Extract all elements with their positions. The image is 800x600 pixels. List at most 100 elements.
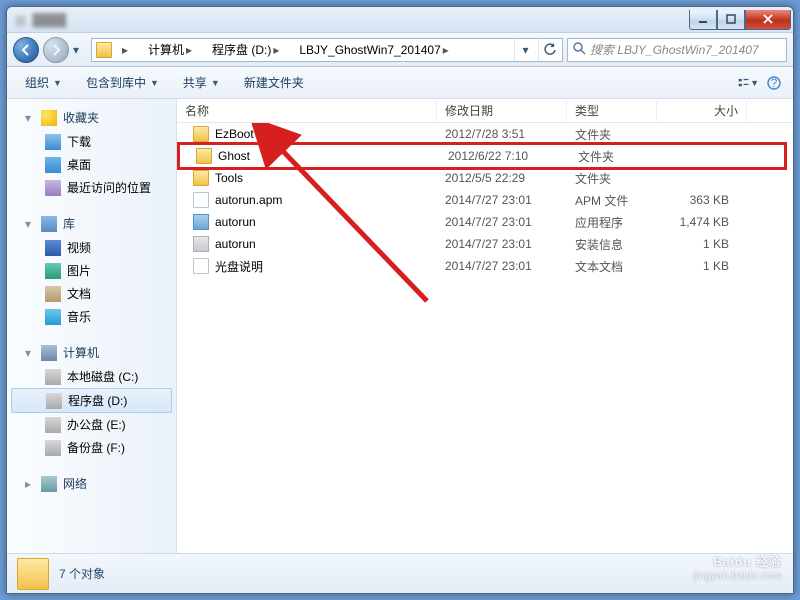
help-button[interactable]: ? xyxy=(763,72,785,94)
video-icon xyxy=(45,240,61,256)
address-bar[interactable]: ▸ 计算机▸ 程序盘 (D:)▸ LBJY_GhostWin7_201407▸ … xyxy=(91,38,563,62)
sidebar-item-drive-d[interactable]: 程序盘 (D:) xyxy=(11,388,172,413)
status-text: 7 个对象 xyxy=(59,565,105,582)
file-icon xyxy=(193,258,209,274)
sidebar-item-drive-e[interactable]: 办公盘 (E:) xyxy=(7,413,176,436)
file-row[interactable]: Ghost 2012/6/22 7:10文件夹 xyxy=(177,142,787,170)
drive-icon xyxy=(45,369,61,385)
titlebar: ▧████ xyxy=(7,7,793,33)
breadcrumb[interactable]: ▸ xyxy=(116,41,140,59)
drive-icon xyxy=(45,440,61,456)
close-button[interactable] xyxy=(745,10,791,30)
forward-button[interactable] xyxy=(43,37,69,63)
window-title: ▧████ xyxy=(7,13,689,27)
file-size: 1,474 KB xyxy=(657,215,737,229)
sidebar-item-music[interactable]: 音乐 xyxy=(7,305,176,328)
file-name: Ghost xyxy=(218,149,250,163)
search-placeholder: 搜索 LBJY_GhostWin7_201407 xyxy=(590,41,759,58)
file-icon xyxy=(193,192,209,208)
svg-text:?: ? xyxy=(771,76,778,90)
breadcrumb[interactable]: 程序盘 (D:)▸ xyxy=(206,39,291,60)
file-row[interactable]: autorun.apm2014/7/27 23:01APM 文件363 KB xyxy=(177,189,793,211)
col-size[interactable]: 大小 xyxy=(657,98,747,123)
sidebar-item-documents[interactable]: 文档 xyxy=(7,282,176,305)
minimize-button[interactable] xyxy=(689,10,717,30)
organize-button[interactable]: 组织▼ xyxy=(15,70,72,95)
status-bar: 7 个对象 xyxy=(7,553,793,593)
computer-header[interactable]: ▾计算机 xyxy=(7,340,176,365)
explorer-window: ▧████ ▾ ▸ 计算机▸ 程序盘 (D:)▸ LBJY_GhostWin7_… xyxy=(6,6,794,594)
file-size: 1 KB xyxy=(657,259,737,273)
favorites-header[interactable]: ▾收藏夹 xyxy=(7,105,176,130)
search-icon xyxy=(572,41,586,58)
address-dropdown[interactable]: ▾ xyxy=(514,39,536,61)
col-name[interactable]: 名称 xyxy=(177,98,437,123)
sidebar-item-drive-f[interactable]: 备份盘 (F:) xyxy=(7,436,176,459)
file-name: Tools xyxy=(215,171,243,185)
network-icon xyxy=(41,476,57,492)
file-date: 2012/7/28 3:51 xyxy=(437,127,567,141)
col-type[interactable]: 类型 xyxy=(567,98,657,123)
maximize-button[interactable] xyxy=(717,10,745,30)
sidebar-item-recent[interactable]: 最近访问的位置 xyxy=(7,176,176,199)
file-row[interactable]: Tools 2012/5/5 22:29文件夹 xyxy=(177,167,793,189)
computer-icon xyxy=(41,345,57,361)
folder-icon xyxy=(196,148,212,164)
file-row[interactable]: 光盘说明 2014/7/27 23:01文本文档1 KB xyxy=(177,255,793,277)
star-icon xyxy=(41,110,57,126)
file-type: 安装信息 xyxy=(567,236,657,253)
sidebar-item-drive-c[interactable]: 本地磁盘 (C:) xyxy=(7,365,176,388)
file-date: 2012/6/22 7:10 xyxy=(440,149,570,163)
back-button[interactable] xyxy=(13,37,39,63)
file-date: 2014/7/27 23:01 xyxy=(437,259,567,273)
file-date: 2014/7/27 23:01 xyxy=(437,215,567,229)
file-type: APM 文件 xyxy=(567,192,657,209)
download-icon xyxy=(45,134,61,150)
sidebar-item-downloads[interactable]: 下载 xyxy=(7,130,176,153)
network-header[interactable]: ▸网络 xyxy=(7,471,176,496)
watermark: Baidu 经验 jingyan.baidu.com xyxy=(693,553,782,582)
breadcrumb[interactable]: 计算机▸ xyxy=(142,39,204,60)
history-dropdown[interactable]: ▾ xyxy=(73,43,87,57)
folder-icon xyxy=(96,42,112,58)
file-name: 光盘说明 xyxy=(215,258,263,275)
refresh-button[interactable] xyxy=(538,39,560,61)
col-date[interactable]: 修改日期 xyxy=(437,98,567,123)
drive-icon xyxy=(45,417,61,433)
file-type: 文件夹 xyxy=(570,148,660,165)
toolbar: 组织▼ 包含到库中▼ 共享▼ 新建文件夹 ▼ ? xyxy=(7,67,793,99)
inf-icon xyxy=(193,236,209,252)
newfolder-button[interactable]: 新建文件夹 xyxy=(234,70,314,95)
crumb-label: LBJY_GhostWin7_201407 xyxy=(299,43,440,57)
sidebar-item-desktop[interactable]: 桌面 xyxy=(7,153,176,176)
picture-icon xyxy=(45,263,61,279)
view-button[interactable]: ▼ xyxy=(737,72,759,94)
file-date: 2012/5/5 22:29 xyxy=(437,171,567,185)
document-icon xyxy=(45,286,61,302)
library-header[interactable]: ▾库 xyxy=(7,211,176,236)
file-size: 1 KB xyxy=(657,237,737,251)
file-list-pane: 名称 修改日期 类型 大小 EzBoot2012/7/28 3:51文件夹Gho… xyxy=(177,99,793,553)
search-input[interactable]: 搜索 LBJY_GhostWin7_201407 xyxy=(567,38,787,62)
file-type: 文本文档 xyxy=(567,258,657,275)
file-type: 文件夹 xyxy=(567,126,657,143)
sidebar-item-pictures[interactable]: 图片 xyxy=(7,259,176,282)
file-name: autorun xyxy=(215,237,256,251)
file-name: autorun.apm xyxy=(215,193,282,207)
music-icon xyxy=(45,309,61,325)
column-headers: 名称 修改日期 类型 大小 xyxy=(177,99,793,123)
file-row[interactable]: autorun 2014/7/27 23:01安装信息1 KB xyxy=(177,233,793,255)
folder-icon xyxy=(193,126,209,142)
crumb-label: 计算机 xyxy=(148,41,184,58)
share-button[interactable]: 共享▼ xyxy=(173,70,230,95)
breadcrumb[interactable]: LBJY_GhostWin7_201407▸ xyxy=(293,41,460,59)
sidebar-item-videos[interactable]: 视频 xyxy=(7,236,176,259)
file-date: 2014/7/27 23:01 xyxy=(437,237,567,251)
include-library-button[interactable]: 包含到库中▼ xyxy=(76,70,169,95)
file-type: 文件夹 xyxy=(567,170,657,187)
file-list[interactable]: EzBoot2012/7/28 3:51文件夹Ghost2012/6/22 7:… xyxy=(177,123,793,553)
file-size: 363 KB xyxy=(657,193,737,207)
folder-icon xyxy=(193,170,209,186)
file-row[interactable]: autorun2014/7/27 23:01应用程序1,474 KB xyxy=(177,211,793,233)
recent-icon xyxy=(45,180,61,196)
